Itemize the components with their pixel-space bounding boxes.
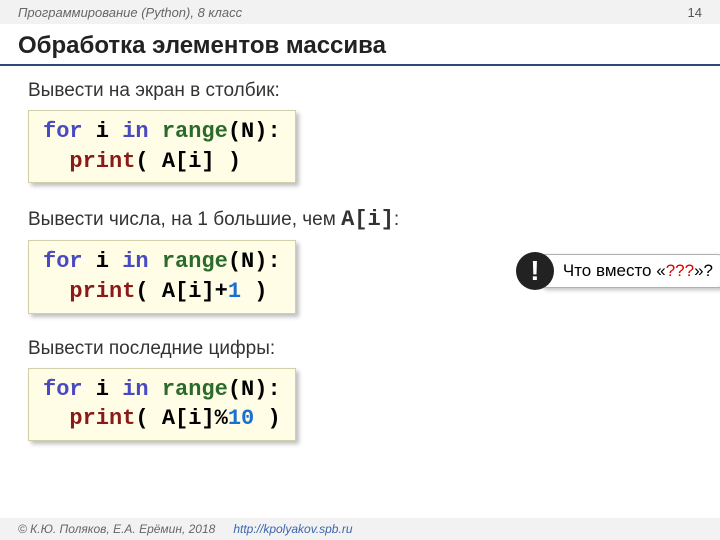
code-block-3: for i in range(N): print( A[i]%10 ) (28, 368, 296, 441)
section-1-heading: Вывести на экран в столбик: (28, 80, 692, 102)
code-block-1: for i in range(N): print( A[i] ) (28, 110, 296, 183)
course-label: Программирование (Python), 8 класс (18, 5, 242, 20)
kw-in: in (122, 119, 148, 144)
exclamation-icon: ! (516, 252, 554, 290)
copyright: © К.Ю. Поляков, Е.А. Ерёмин, 2018 (18, 522, 215, 536)
placeholder-marks: ??? (666, 261, 694, 280)
code-block-2: for i in range(N): print( A[i]+1 ) (28, 240, 296, 313)
literal-10: 10 (228, 406, 254, 431)
section-2-heading: Вывести числа, на 1 большие, чем A[i]: (28, 207, 692, 232)
page-number: 14 (688, 5, 702, 20)
page-title: Обработка элементов массива (0, 24, 720, 66)
kw-print: print (69, 149, 135, 174)
callout: ! Что вместо «???»? (516, 252, 720, 290)
section-3-heading: Вывести последние цифры: (28, 338, 692, 360)
content-area: Вывести на экран в столбик: for i in ran… (0, 80, 720, 455)
kw-range: range (162, 119, 228, 144)
header-bar: Программирование (Python), 8 класс 14 (0, 0, 720, 24)
literal-1: 1 (228, 279, 241, 304)
callout-text: Что вместо «???»? (540, 254, 720, 288)
inline-code: A[i] (341, 207, 394, 232)
kw-for: for (43, 119, 83, 144)
footer-bar: © К.Ю. Поляков, Е.А. Ерёмин, 2018 http:/… (0, 518, 720, 540)
footer-url: http://kpolyakov.spb.ru (233, 522, 352, 536)
